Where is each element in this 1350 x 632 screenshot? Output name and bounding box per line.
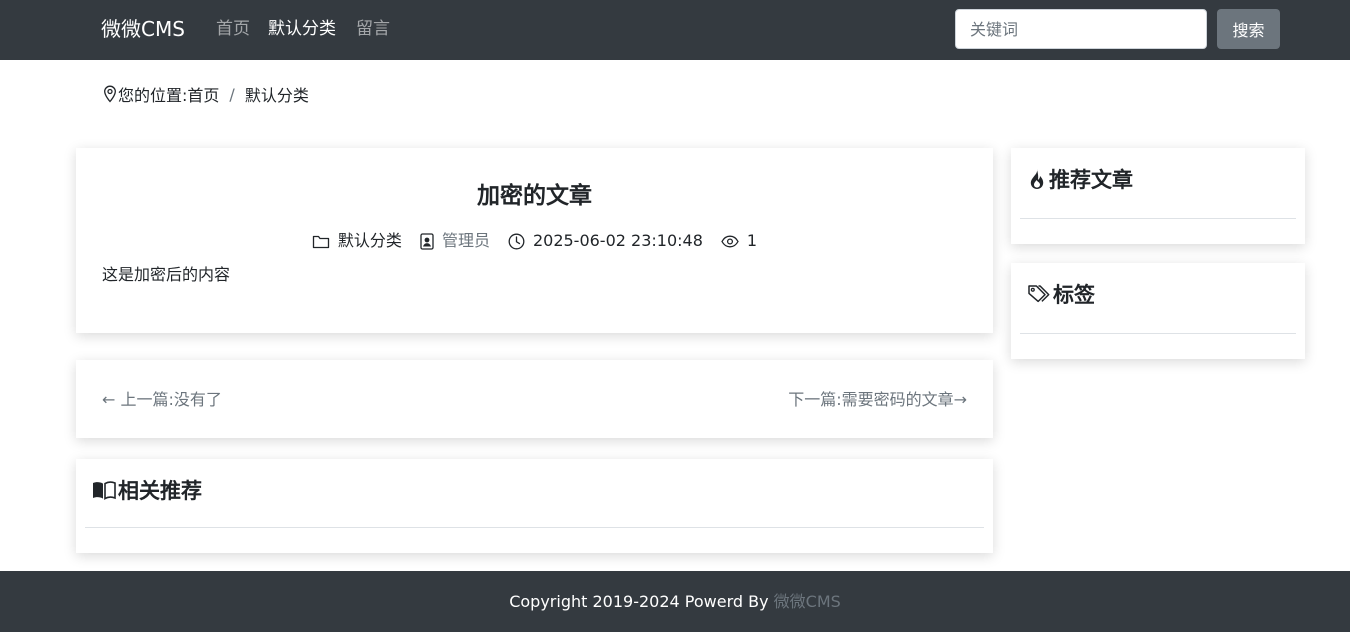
- footer: Copyright 2019-2024 Powerd By 微微CMS: [0, 571, 1350, 632]
- fire-icon: [1027, 168, 1049, 190]
- meta-views-count: 1: [746, 231, 758, 250]
- breadcrumb-item-home[interactable]: 首页: [187, 82, 219, 106]
- brand-logo-link[interactable]: 微微CMS: [101, 14, 185, 44]
- tags-icon: [1027, 284, 1053, 304]
- map-pin-icon: [102, 85, 118, 103]
- nav-link-default-category[interactable]: 默认分类: [268, 17, 336, 41]
- prev-article-link[interactable]: ← 上一篇:没有了: [102, 389, 222, 411]
- meta-category-link[interactable]: 默认分类: [338, 230, 402, 252]
- search-input[interactable]: [955, 9, 1207, 49]
- recommended-card: 推荐文章: [1011, 148, 1305, 244]
- related-heading: 相关推荐: [92, 475, 202, 505]
- prev-next-card: ← 上一篇:没有了 下一篇:需要密码的文章→: [76, 360, 993, 438]
- top-navbar: 微微CMS 首页 默认分类 留言 搜索: [0, 0, 1350, 60]
- footer-brand-link[interactable]: 微微CMS: [774, 592, 841, 611]
- meta-author-link[interactable]: 管理员: [442, 230, 490, 252]
- breadcrumb-prefix: 您的位置:: [118, 86, 188, 105]
- related-title: 相关推荐: [118, 479, 202, 503]
- meta-views: 1: [721, 230, 757, 252]
- tags-card: 标签: [1011, 263, 1305, 359]
- nav-link-home[interactable]: 首页: [216, 17, 250, 41]
- recommended-heading: 推荐文章: [1027, 164, 1133, 194]
- recommended-title: 推荐文章: [1049, 168, 1133, 192]
- eye-icon: [721, 235, 747, 248]
- article-title: 加密的文章: [477, 183, 592, 209]
- breadcrumb: 您的位置: 首页 / 默认分类: [102, 82, 309, 106]
- article-body: 这是加密后的内容: [102, 265, 231, 284]
- breadcrumb-separator: /: [229, 84, 235, 104]
- related-card: 相关推荐: [76, 459, 993, 553]
- tags-heading: 标签: [1027, 279, 1095, 309]
- meta-date-text: 2025-06-02 23:10:48: [532, 231, 703, 250]
- meta-date: 2025-06-02 23:10:48: [508, 230, 703, 252]
- search-button[interactable]: 搜索: [1217, 9, 1280, 49]
- tags-title: 标签: [1053, 283, 1095, 307]
- nav-link-guestbook[interactable]: 留言: [356, 17, 390, 41]
- clock-icon: [508, 233, 533, 250]
- meta-author: 管理员: [420, 230, 490, 252]
- breadcrumb-item-current: 默认分类: [244, 86, 309, 105]
- footer-copyright: Copyright 2019-2024 Powerd By: [509, 592, 774, 611]
- next-article-link[interactable]: 下一篇:需要密码的文章→: [788, 389, 967, 411]
- meta-category: 默认分类: [312, 230, 402, 252]
- person-badge-icon: [420, 232, 442, 250]
- book-icon: [92, 480, 118, 500]
- tags-divider: [1020, 333, 1296, 334]
- article-card: 加密的文章 默认分类 管理员 2025-06-02 23:10:48 1 这是加…: [76, 148, 993, 333]
- recommended-divider: [1020, 218, 1296, 219]
- related-divider: [85, 527, 984, 528]
- article-meta: 默认分类 管理员 2025-06-02 23:10:48 1: [76, 230, 993, 252]
- folder-icon: [312, 234, 338, 249]
